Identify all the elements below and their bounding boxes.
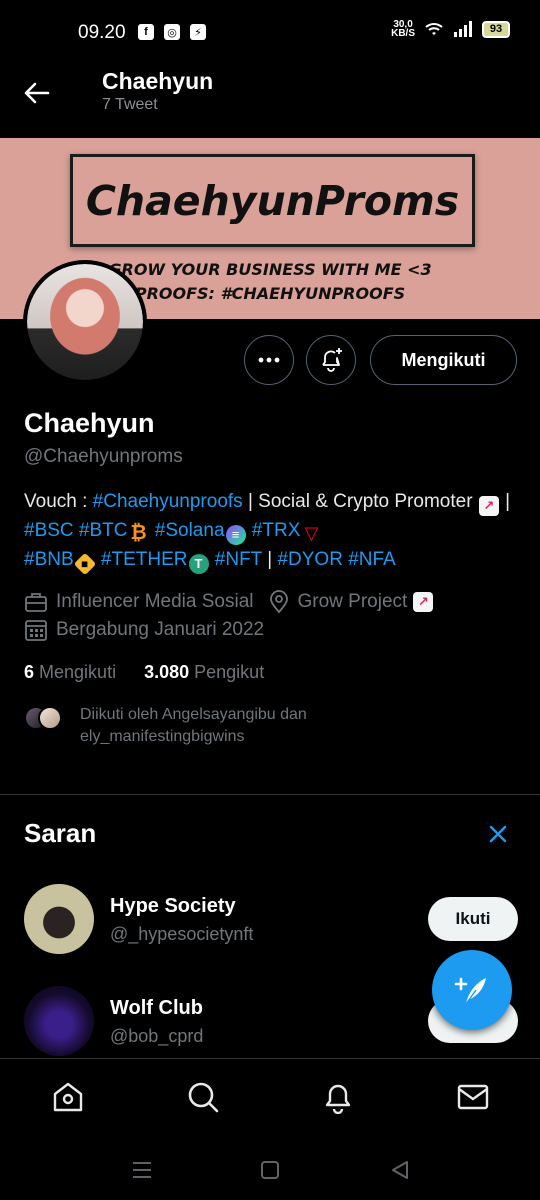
followed-by-text: Diikuti oleh Angelsayangibu dan ely_mani… — [80, 706, 307, 745]
avatar — [38, 706, 62, 730]
close-icon — [489, 825, 507, 843]
tweet-count: 7 Tweet — [102, 96, 158, 113]
calendar-icon — [25, 620, 47, 641]
home-icon — [53, 1082, 83, 1112]
profile-category: Influencer Media Sosial — [56, 591, 254, 612]
bio-text: | Social & Crypto Promoter — [242, 491, 478, 512]
location-pin-icon — [269, 590, 288, 614]
profile-avatar[interactable] — [23, 260, 147, 384]
suggestion-item[interactable]: Hype Society @_hypesocietynft Ikuti — [24, 884, 518, 956]
facebook-icon: f — [138, 24, 154, 40]
status-time: 09.20 — [78, 22, 126, 43]
battery-icon: 93 — [482, 20, 510, 38]
system-home-button[interactable] — [258, 1158, 282, 1182]
profile-joined: Bergabung Januari 2022 — [56, 619, 265, 640]
avatar — [24, 884, 94, 954]
chart-increasing-emoji-icon: ↗ — [478, 496, 499, 516]
hashtag-link[interactable]: #NFT — [215, 549, 262, 570]
tether-emoji-icon: T — [188, 554, 209, 574]
network-speed: 30,0 KB/S — [391, 20, 415, 39]
bnb-emoji-icon: ◆ — [73, 552, 96, 576]
profile-bio: Vouch : #Chaehyunproofs | Social & Crypt… — [24, 487, 524, 576]
mail-icon — [457, 1084, 489, 1110]
hashtag-link[interactable]: #TETHER — [101, 549, 188, 570]
status-bar: 09.20 f ◎ ⚡ 30,0 KB/S 93 — [0, 0, 540, 62]
instagram-icon: ◎ — [164, 24, 180, 40]
system-navigation-bar — [0, 1140, 540, 1200]
status-right: 30,0 KB/S 93 — [391, 20, 510, 39]
followers-label: Pengikut — [194, 662, 265, 682]
hashtag-link[interactable]: #BTC — [79, 520, 128, 541]
status-notification-icons: f ◎ ⚡ — [138, 24, 206, 40]
suggestions-title: Saran — [24, 818, 97, 848]
solana-emoji-icon: ≡ — [225, 525, 246, 545]
bio-text: | — [261, 549, 278, 570]
followers-stat[interactable]: 3.080 Pengikut — [144, 662, 264, 683]
suggestion-name: Wolf Club — [110, 997, 203, 1019]
divider — [0, 794, 540, 795]
hashtag-link[interactable]: #BNB — [24, 549, 74, 570]
back-button[interactable] — [20, 76, 54, 110]
banner-title-box: ChaehyunProms — [70, 154, 475, 247]
compose-tweet-button[interactable] — [432, 950, 512, 1030]
hashtag-link[interactable]: #Chaehyunproofs — [93, 491, 243, 512]
chart-increasing-emoji-icon: ↗ — [413, 592, 434, 612]
bitcoin-emoji-icon: ₿ — [130, 522, 147, 544]
nav-home[interactable] — [50, 1079, 86, 1115]
nav-notifications[interactable] — [320, 1079, 356, 1115]
dismiss-suggestions-button[interactable] — [486, 822, 510, 846]
system-recents-button[interactable] — [130, 1158, 154, 1182]
profile-meta-row: Influencer Media Sosial Grow Project ↗ — [24, 590, 434, 614]
menu-icon — [133, 1162, 151, 1178]
hashtag-link[interactable]: #TRX — [252, 520, 301, 541]
profile-name: Chaehyun — [24, 408, 155, 438]
suggestion-handle: @_hypesocietynft — [110, 924, 254, 944]
bio-text: Vouch : — [24, 491, 93, 512]
follow-stats: 6 Mengikuti 3.080 Pengikut — [24, 662, 264, 683]
profile-header: Chaehyun 7 Tweet — [0, 62, 540, 138]
bell-icon — [325, 1084, 351, 1114]
triangle-back-icon — [392, 1161, 408, 1179]
tron-emoji-icon: ▽ — [304, 523, 319, 543]
nav-messages[interactable] — [455, 1079, 491, 1115]
hashtag-link[interactable]: #DYOR — [277, 549, 342, 570]
shield-icon: ⚡ — [190, 24, 206, 40]
avatar — [24, 986, 94, 1056]
banner-title: ChaehyunProms — [85, 176, 460, 225]
arrow-left-icon — [24, 82, 50, 104]
wifi-icon — [425, 23, 443, 35]
hashtag-link[interactable]: #NFA — [348, 549, 396, 570]
network-speed-unit: KB/S — [391, 28, 415, 39]
header-title: Chaehyun — [102, 68, 214, 94]
followed-by-avatars — [24, 706, 72, 732]
followers-count: 3.080 — [144, 662, 190, 682]
bell-plus-icon — [322, 348, 342, 372]
signal-icon — [454, 21, 472, 37]
more-icon — [258, 357, 280, 363]
following-label: Mengikuti — [39, 662, 117, 682]
briefcase-icon — [25, 593, 47, 612]
suggestion-handle: @bob_cprd — [110, 1026, 204, 1046]
search-icon — [188, 1082, 219, 1113]
more-options-button[interactable] — [244, 335, 294, 385]
followed-by-row[interactable]: Diikuti oleh Angelsayangibu dan ely_mani… — [24, 704, 380, 748]
profile-location: Grow Project — [297, 591, 408, 612]
nav-search[interactable] — [185, 1079, 221, 1115]
following-button[interactable]: Mengikuti — [370, 335, 517, 385]
hashtag-link[interactable]: #Solana — [155, 520, 225, 541]
follow-button[interactable]: Ikuti — [428, 897, 518, 941]
profile-handle: @Chaehyunproms — [24, 446, 183, 467]
profile-joined-row: Bergabung Januari 2022 — [24, 618, 264, 642]
bio-text: | — [499, 491, 511, 512]
following-count: 6 — [24, 662, 35, 682]
hashtag-link[interactable]: #BSC — [24, 520, 74, 541]
notification-subscribe-button[interactable] — [306, 335, 356, 385]
bottom-navigation — [0, 1058, 540, 1140]
avatar-image — [27, 264, 143, 380]
square-icon — [261, 1161, 279, 1179]
suggestion-name: Hype Society — [110, 895, 236, 917]
following-stat[interactable]: 6 Mengikuti — [24, 662, 116, 683]
compose-feather-icon — [454, 977, 486, 1005]
system-back-button[interactable] — [388, 1158, 412, 1182]
